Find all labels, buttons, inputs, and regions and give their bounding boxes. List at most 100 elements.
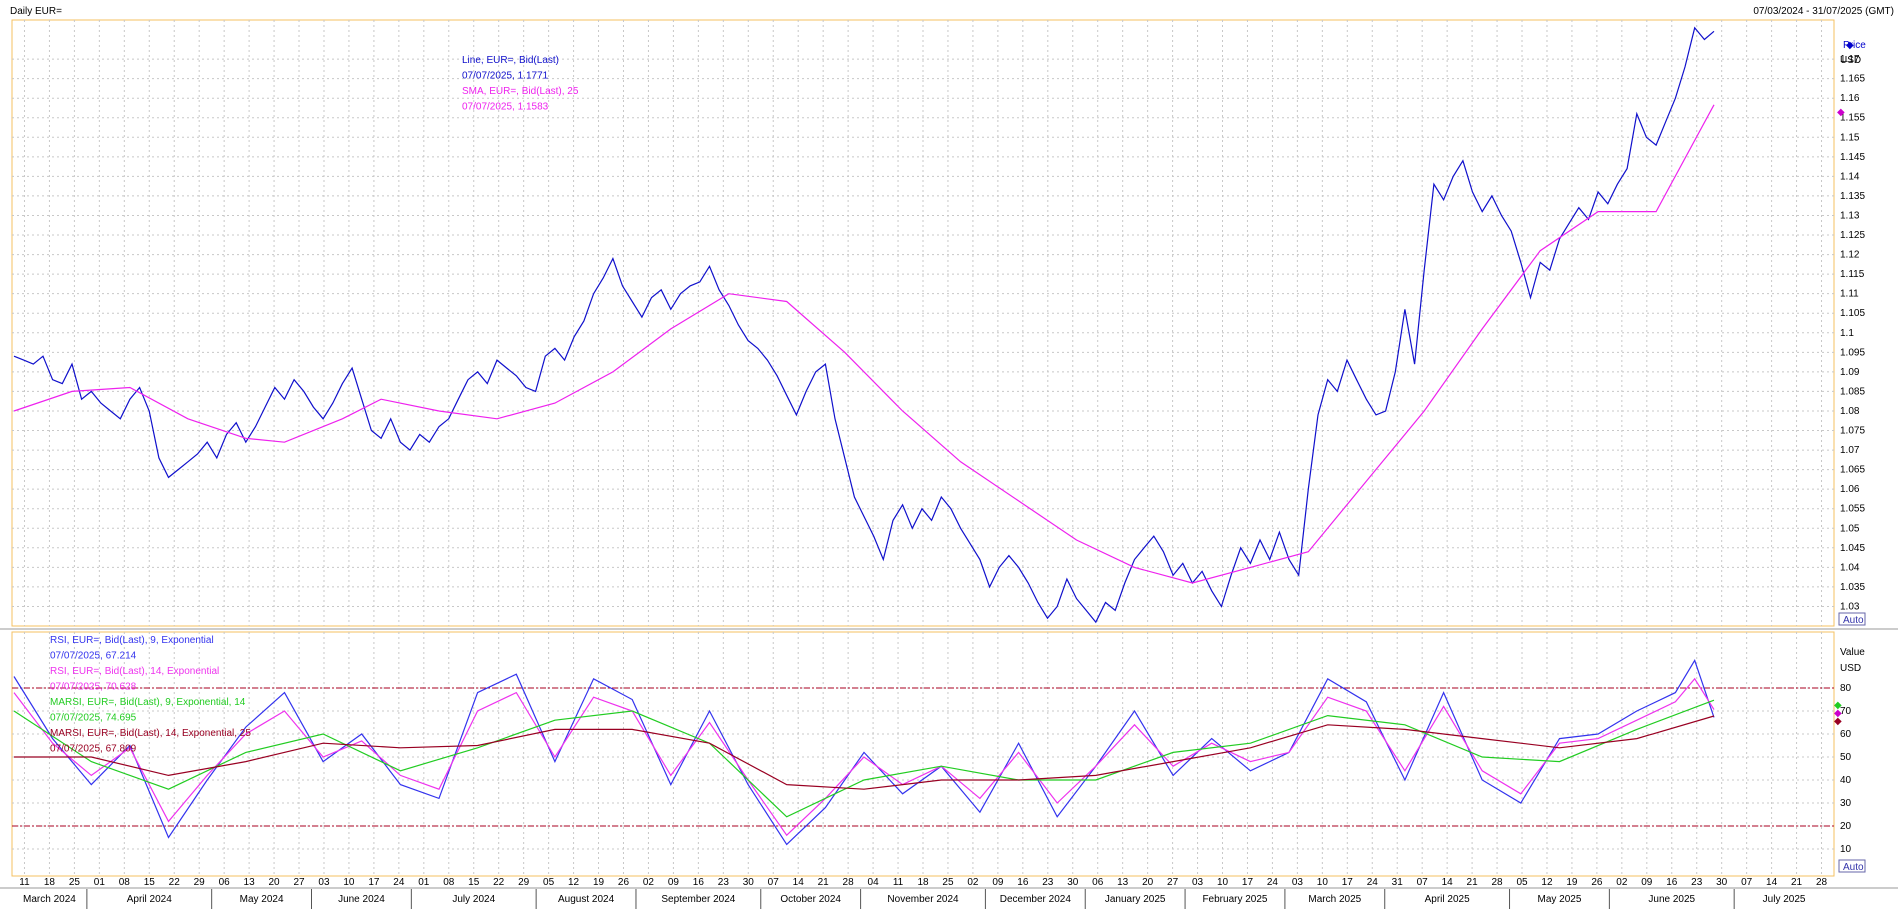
price-tick-label: 1.04 xyxy=(1840,562,1860,573)
price-tick-label: 1.12 xyxy=(1840,250,1860,261)
x-day-tick-label: 18 xyxy=(917,877,929,888)
rsi-tick-label: 30 xyxy=(1840,798,1852,809)
x-day-tick-label: 08 xyxy=(443,877,455,888)
price-tick-label: 1.08 xyxy=(1840,406,1860,417)
x-day-tick-label: 01 xyxy=(418,877,430,888)
x-day-tick-label: 10 xyxy=(1217,877,1229,888)
x-day-tick-label: 09 xyxy=(668,877,680,888)
x-day-tick-label: 27 xyxy=(1167,877,1179,888)
x-day-tick-label: 09 xyxy=(1641,877,1653,888)
x-day-tick-label: 21 xyxy=(1791,877,1803,888)
x-month-label: August 2024 xyxy=(558,894,615,905)
price-tick-label: 1.055 xyxy=(1840,504,1865,515)
x-day-tick-label: 04 xyxy=(868,877,880,888)
x-day-tick-label: 07 xyxy=(1417,877,1429,888)
x-month-label: July 2024 xyxy=(452,894,495,905)
x-month-label: June 2024 xyxy=(338,894,385,905)
x-day-tick-label: 31 xyxy=(1392,877,1404,888)
x-day-tick-label: 14 xyxy=(1442,877,1454,888)
rsi-legend-line: 07/07/2025, 70.628 xyxy=(50,682,137,693)
x-day-tick-label: 29 xyxy=(194,877,206,888)
rsi-tick-label: 60 xyxy=(1840,729,1852,740)
chart-title: Daily EUR= xyxy=(10,6,62,17)
x-day-tick-label: 28 xyxy=(1491,877,1503,888)
x-day-tick-label: 23 xyxy=(1691,877,1703,888)
price-tick-label: 1.03 xyxy=(1840,601,1860,612)
x-day-tick-label: 29 xyxy=(518,877,530,888)
x-day-tick-label: 24 xyxy=(1267,877,1279,888)
rsi-tick-label: 80 xyxy=(1840,683,1852,694)
x-day-tick-label: 03 xyxy=(1292,877,1304,888)
price-tick-label: 1.125 xyxy=(1840,230,1865,241)
price-tick-label: 1.06 xyxy=(1840,484,1860,495)
price-tick-label: 1.045 xyxy=(1840,543,1865,554)
x-day-tick-label: 07 xyxy=(768,877,780,888)
x-day-tick-label: 16 xyxy=(1017,877,1029,888)
x-day-tick-label: 12 xyxy=(1541,877,1553,888)
x-day-tick-label: 28 xyxy=(843,877,855,888)
rsi-tick-label: 50 xyxy=(1840,752,1852,763)
x-day-tick-label: 16 xyxy=(1666,877,1678,888)
x-day-tick-label: 01 xyxy=(94,877,106,888)
x-day-tick-label: 18 xyxy=(44,877,56,888)
x-month-label: April 2025 xyxy=(1425,894,1470,905)
x-day-tick-label: 16 xyxy=(693,877,705,888)
rsi-auto-label[interactable]: Auto xyxy=(1843,862,1864,873)
price-tick-label: 1.15 xyxy=(1840,132,1860,143)
x-day-tick-label: 02 xyxy=(967,877,979,888)
price-tick-label: 1.165 xyxy=(1840,74,1865,85)
x-day-tick-label: 11 xyxy=(19,877,30,888)
price-tick-label: 1.035 xyxy=(1840,582,1865,593)
x-day-tick-label: 09 xyxy=(992,877,1004,888)
x-day-tick-label: 26 xyxy=(618,877,630,888)
x-day-tick-label: 13 xyxy=(1117,877,1129,888)
x-day-tick-label: 03 xyxy=(318,877,330,888)
x-day-tick-label: 24 xyxy=(393,877,405,888)
rsi-tick-label: 10 xyxy=(1840,844,1852,855)
rsi-axis-unit: USD xyxy=(1840,663,1861,674)
rsi-legend-line: MARSI, EUR=, Bid(Last), 9, Exponential, … xyxy=(50,697,246,708)
price-tick-label: 1.095 xyxy=(1840,347,1865,358)
x-day-tick-label: 05 xyxy=(1516,877,1528,888)
rsi-axis-title: Value xyxy=(1840,647,1865,658)
price-tick-label: 1.16 xyxy=(1840,93,1860,104)
price-tick-label: 1.065 xyxy=(1840,465,1865,476)
x-day-tick-label: 08 xyxy=(119,877,131,888)
price-tick-label: 1.115 xyxy=(1840,269,1865,280)
x-month-label: February 2025 xyxy=(1202,894,1267,905)
price-legend-line: 07/07/2025, 1.1771 xyxy=(462,71,549,82)
price-tick-label: 1.13 xyxy=(1840,210,1860,221)
rsi-legend-line: 07/07/2025, 74.695 xyxy=(50,713,137,724)
sma-marker-icon: ◆ xyxy=(1837,107,1845,118)
x-day-tick-label: 30 xyxy=(743,877,755,888)
x-day-tick-label: 13 xyxy=(244,877,256,888)
x-month-label: July 2025 xyxy=(1763,894,1806,905)
x-day-tick-label: 19 xyxy=(593,877,605,888)
price-legend-line: Line, EUR=, Bid(Last) xyxy=(462,55,559,66)
x-month-label: January 2025 xyxy=(1105,894,1166,905)
x-day-tick-label: 24 xyxy=(1367,877,1379,888)
rsi-legend-line: MARSI, EUR=, Bid(Last), 14, Exponential,… xyxy=(50,728,251,739)
price-tick-label: 1.075 xyxy=(1840,426,1865,437)
rsi-tick-label: 70 xyxy=(1840,706,1852,717)
x-month-label: May 2025 xyxy=(1537,894,1581,905)
x-month-label: March 2024 xyxy=(23,894,76,905)
x-month-label: November 2024 xyxy=(887,894,959,905)
x-day-tick-label: 10 xyxy=(1317,877,1329,888)
x-day-tick-label: 11 xyxy=(893,877,904,888)
x-day-tick-label: 14 xyxy=(1766,877,1778,888)
price-tick-label: 1.11 xyxy=(1840,289,1859,300)
x-day-tick-label: 19 xyxy=(1566,877,1578,888)
x-day-tick-label: 21 xyxy=(818,877,830,888)
x-day-tick-label: 03 xyxy=(1192,877,1204,888)
rsi-legend-line: RSI, EUR=, Bid(Last), 9, Exponential xyxy=(50,635,214,646)
x-day-tick-label: 20 xyxy=(269,877,281,888)
x-day-tick-label: 15 xyxy=(144,877,156,888)
price-auto-label[interactable]: Auto xyxy=(1843,615,1864,626)
x-day-tick-label: 25 xyxy=(942,877,954,888)
x-day-tick-label: 30 xyxy=(1067,877,1079,888)
x-day-tick-label: 23 xyxy=(1042,877,1054,888)
price-tick-label: 1.105 xyxy=(1840,308,1865,319)
x-day-tick-label: 22 xyxy=(493,877,505,888)
x-day-tick-label: 02 xyxy=(643,877,655,888)
